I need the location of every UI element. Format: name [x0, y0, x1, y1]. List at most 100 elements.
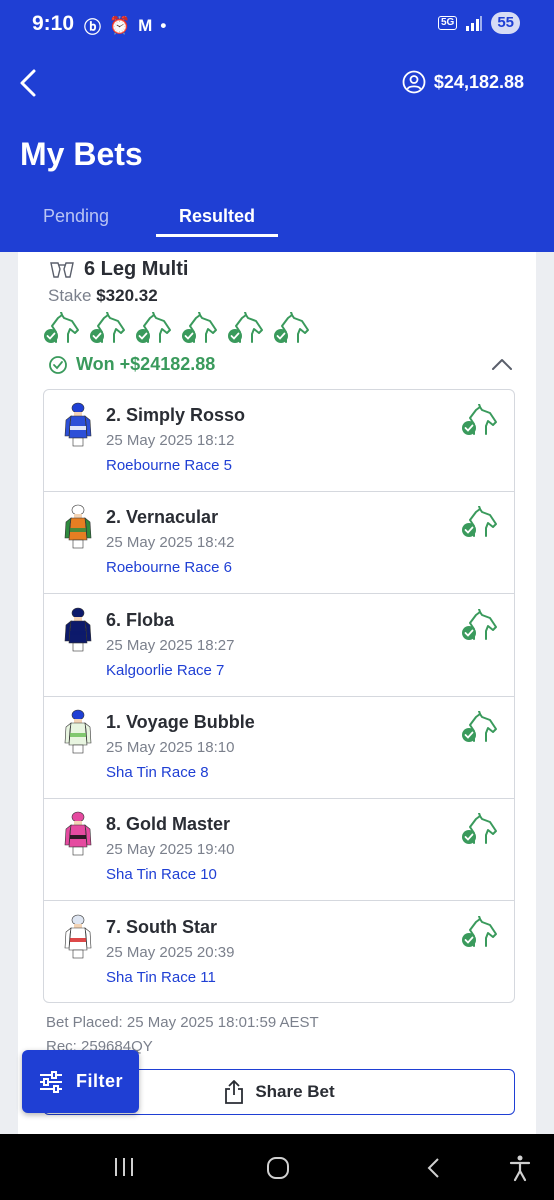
alarm-icon: ⏰: [109, 15, 131, 35]
account-balance[interactable]: $24,182.88: [402, 70, 524, 94]
legs-list: 2. Simply Rosso 25 May 2025 18:12 Roebou…: [43, 389, 515, 1003]
share-bet-label: Share Bet: [255, 1082, 335, 1101]
leg-race-link[interactable]: Sha Tin Race 10: [106, 866, 217, 883]
result-text: Won +$24182.88: [76, 354, 216, 374]
jockey-silk: [64, 709, 92, 755]
bet-result: Won +$24182.88: [48, 354, 215, 375]
bet-tabs: Pending Resulted: [0, 202, 554, 240]
check-circle-icon: [49, 355, 67, 374]
tab-resulted[interactable]: Resulted: [156, 206, 278, 227]
leg-runner: 6. Floba: [106, 609, 175, 630]
leg-won-horse-icon: [88, 311, 128, 351]
leg-row[interactable]: 1. Voyage Bubble 25 May 2025 18:10 Sha T…: [44, 697, 514, 799]
leg-won-horse-icon: [180, 311, 220, 351]
jockey-silk: [64, 402, 92, 448]
leg-runner: 7. South Star: [106, 916, 218, 937]
jockey-silk-icon: [64, 811, 92, 856]
leg-won-horse-icon: [272, 311, 312, 351]
network-label: 5G: [437, 16, 458, 30]
active-tab-indicator: [156, 234, 278, 237]
leg-time: 25 May 2025 20:39: [106, 943, 235, 961]
leg-results-summary: [42, 311, 312, 351]
gmail-icon: M: [138, 15, 153, 35]
jockey-silk: [64, 811, 92, 857]
home-icon[interactable]: [266, 1156, 290, 1180]
leg-race-link[interactable]: Sha Tin Race 11: [106, 969, 216, 986]
leg-race-link[interactable]: Sha Tin Race 8: [106, 764, 209, 781]
leg-row[interactable]: 2. Simply Rosso 25 May 2025 18:12 Roebou…: [44, 390, 514, 492]
signal-icon: [466, 16, 483, 31]
stake-value: $320.32: [96, 286, 158, 305]
leg-race-link[interactable]: Roebourne Race 6: [106, 559, 232, 576]
jockey-silk-icon: [64, 709, 92, 754]
notification-icons: ⓑ ⏰ M •: [84, 13, 166, 38]
horse-check-icon: [136, 311, 171, 343]
jockey-silk-icon: [64, 914, 92, 958]
share-icon: [225, 1080, 244, 1104]
back-nav-icon[interactable]: [424, 1156, 444, 1180]
leg-row[interactable]: 2. Vernacular 25 May 2025 18:42 Roebourn…: [44, 492, 514, 595]
leg-row[interactable]: 8. Gold Master 25 May 2025 19:40 Sha Tin…: [44, 799, 514, 902]
leg-result: [460, 607, 500, 643]
leg-result: [460, 812, 500, 847]
jockey-silk-icon: [64, 607, 92, 651]
bet-list[interactable]: 6 Leg Multi Stake $320.32 Won +$24182.88: [0, 252, 554, 1134]
stake-row: Stake $320.32: [48, 286, 158, 306]
jockey-silk-icon: [64, 402, 92, 447]
filter-button[interactable]: Filter: [22, 1050, 139, 1113]
b-app-icon: ⓑ: [84, 18, 101, 37]
leg-race-link[interactable]: Kalgoorlie Race 7: [106, 662, 224, 679]
leg-runner: 2. Simply Rosso: [106, 405, 246, 425]
system-nav-bar: [0, 1134, 554, 1200]
horse-check-icon: [90, 311, 125, 343]
leg-runner: 8. Gold Master: [106, 814, 231, 835]
leg-time: 25 May 2025 18:10: [106, 738, 235, 756]
accessibility-icon[interactable]: [508, 1154, 532, 1182]
leg-result: [460, 505, 500, 540]
leg-won-horse-icon: [42, 311, 82, 351]
leg-result: [460, 403, 500, 438]
system-icons: 5G 55: [437, 12, 520, 34]
back-arrow-icon[interactable]: [14, 66, 44, 100]
horse-check-icon: [462, 403, 497, 435]
balance-amount: $24,182.88: [433, 71, 524, 92]
user-icon: [402, 70, 426, 94]
leg-row[interactable]: 6. Floba 25 May 2025 18:27 Kalgoorlie Ra…: [44, 595, 514, 697]
multi-bet-icon: [50, 261, 74, 278]
jockey-silk: [64, 914, 92, 960]
tab-pending[interactable]: Pending: [43, 206, 109, 227]
horse-check-icon: [44, 311, 79, 343]
battery-indicator: 55: [491, 12, 520, 34]
jockey-silk: [64, 504, 92, 550]
recent-apps-icon[interactable]: [112, 1156, 136, 1178]
leg-time: 25 May 2025 19:40: [106, 841, 235, 859]
horse-check-icon: [462, 709, 497, 742]
jockey-silk: [64, 607, 92, 653]
status-bar: 9:10 ⓑ ⏰ M • 5G 55: [0, 0, 554, 52]
dot-icon: •: [160, 15, 167, 35]
filter-label: Filter: [75, 1071, 123, 1091]
leg-result: [460, 914, 500, 950]
horse-check-icon: [274, 311, 309, 343]
page-title: My Bets: [20, 136, 143, 172]
horse-check-icon: [182, 311, 217, 343]
horse-check-icon: [462, 812, 497, 845]
horse-check-icon: [462, 914, 497, 947]
bet-type: 6 Leg Multi: [84, 258, 189, 280]
chevron-up-icon[interactable]: [490, 354, 514, 374]
sliders-icon: [39, 1070, 62, 1093]
leg-result: [460, 709, 500, 745]
bet-type-row: 6 Leg Multi: [48, 258, 188, 281]
stake-label: Stake: [48, 286, 92, 305]
leg-runner: 1. Voyage Bubble: [106, 711, 255, 732]
horse-check-icon: [462, 607, 497, 640]
horse-check-icon: [462, 505, 497, 538]
leg-time: 25 May 2025 18:27: [106, 636, 235, 654]
leg-time: 25 May 2025 18:12: [106, 432, 235, 449]
leg-row[interactable]: 7. South Star 25 May 2025 20:39 Sha Tin …: [44, 902, 514, 1004]
bet-card: 6 Leg Multi Stake $320.32 Won +$24182.88: [18, 252, 536, 1134]
leg-runner: 2. Vernacular: [106, 507, 219, 528]
leg-race-link[interactable]: Roebourne Race 5: [106, 457, 232, 474]
bet-placed-time: Bet Placed: 25 May 2025 18:01:59 AEST: [46, 1014, 319, 1031]
leg-won-horse-icon: [226, 311, 266, 351]
